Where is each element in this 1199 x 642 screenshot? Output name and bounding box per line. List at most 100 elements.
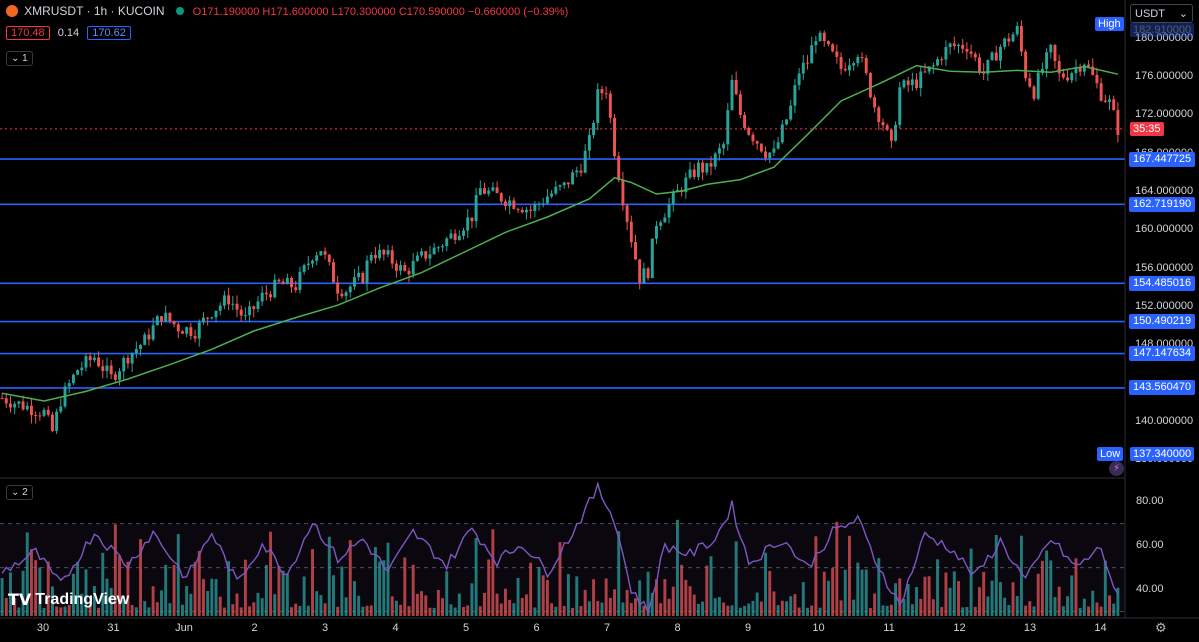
price-tick-label: 156.000000 — [1135, 261, 1194, 274]
candle-body — [755, 141, 759, 144]
moving-average-line — [1, 64, 1119, 402]
low-value-label: 137.340000 — [1130, 447, 1195, 461]
candle-body — [868, 73, 872, 98]
candle-body — [709, 163, 713, 167]
candle-body — [990, 52, 994, 60]
candle-body — [957, 44, 960, 47]
currency-label: USDT — [1135, 8, 1165, 20]
ask-price[interactable]: 170.62 — [87, 26, 131, 40]
candle-body — [25, 405, 29, 410]
close-value: C170.590000 — [398, 6, 465, 18]
candle-body — [449, 233, 453, 239]
lightning-icon[interactable]: ⚡ — [1109, 461, 1124, 476]
tradingview-logo[interactable]: 𝗧𝗩 TradingView — [8, 590, 129, 610]
candle-body — [973, 53, 977, 58]
time-tick-label: 5 — [462, 622, 470, 634]
candle-body — [306, 263, 310, 266]
candle-body — [436, 247, 440, 249]
candle-body — [847, 65, 851, 71]
candle-body — [550, 193, 554, 197]
candle-body — [415, 255, 419, 262]
candle-body — [629, 221, 633, 243]
candle-body — [9, 403, 12, 408]
candle-body — [67, 383, 71, 387]
change-value: −0.660000 (−0.39%) — [467, 6, 569, 18]
candle-body — [994, 52, 998, 61]
candle-body — [222, 295, 226, 306]
pane2-indicator-count: 2 — [22, 487, 28, 498]
candle-body — [365, 260, 369, 283]
spread-value: 0.14 — [57, 27, 80, 39]
candle-body — [734, 79, 738, 95]
candle-body — [780, 124, 784, 143]
chevron-down-icon: ⌄ — [11, 487, 20, 498]
candle-body — [243, 315, 247, 317]
candle-body — [21, 401, 25, 410]
candle-body — [910, 79, 914, 86]
candle-body — [554, 186, 558, 194]
candle-body — [940, 59, 944, 61]
low-tag: Low — [1097, 447, 1124, 461]
candle-body — [596, 89, 600, 123]
candle-body — [118, 371, 122, 380]
candle-body — [1053, 44, 1057, 62]
chart-canvas[interactable] — [0, 0, 1199, 642]
candle-body — [369, 254, 373, 261]
candle-body — [315, 255, 319, 261]
chart-area[interactable]: XMRUSDT · 1h · KUCOIN O171.190000 H171.6… — [0, 0, 1199, 642]
level-price-label: 147.147634 — [1129, 346, 1196, 362]
candle-body — [420, 251, 424, 256]
candle-body — [394, 263, 398, 271]
candle-body — [239, 309, 243, 316]
price-tick-label: 160.000000 — [1135, 223, 1194, 236]
candle-body — [1070, 73, 1074, 81]
candle-body — [931, 65, 935, 67]
price-tick-label: 140.000000 — [1135, 415, 1194, 428]
candle-body — [332, 262, 335, 283]
candle-body — [160, 316, 163, 322]
candle-body — [134, 348, 138, 354]
candle-body — [176, 324, 180, 332]
candle-body — [906, 80, 910, 86]
level-price-label: 167.447725 — [1129, 151, 1196, 167]
candle-body — [717, 148, 721, 154]
candle-body — [638, 259, 642, 283]
candle-body — [235, 303, 239, 310]
candle-body — [248, 306, 252, 316]
candle-body — [151, 325, 155, 340]
candle-body — [470, 217, 474, 222]
candle-body — [1032, 86, 1036, 99]
candle-body — [168, 312, 172, 322]
candle-body — [969, 51, 973, 54]
candle-body — [566, 182, 570, 185]
candle-body — [600, 89, 604, 94]
time-tick-label: 3 — [321, 622, 329, 634]
candle-body — [898, 87, 902, 125]
candle-body — [751, 134, 755, 142]
pane2-collapse-button[interactable]: ⌄ 2 — [6, 485, 33, 500]
settings-gear-icon[interactable]: ⚙ — [1155, 620, 1167, 636]
candle-body — [386, 250, 390, 255]
candle-body — [646, 268, 650, 279]
candle-body — [474, 195, 478, 222]
candle-body — [340, 293, 344, 297]
candle-body — [1112, 99, 1116, 111]
symbol-header[interactable]: XMRUSDT · 1h · KUCOIN O171.190000 H171.6… — [6, 4, 568, 18]
candle-body — [403, 265, 407, 271]
candle-body — [210, 317, 214, 319]
candle-body — [344, 292, 348, 297]
time-tick-label: 7 — [603, 622, 611, 634]
support-resistance-lines — [0, 158, 1125, 389]
candle-body — [625, 205, 629, 222]
candle-body — [902, 80, 906, 88]
candle-body — [495, 187, 499, 194]
candle-body — [759, 143, 763, 152]
candle-body — [17, 401, 21, 404]
bid-price[interactable]: 170.48 — [6, 26, 50, 40]
candle-body — [1061, 73, 1065, 78]
candle-body — [1103, 100, 1107, 102]
pane1-collapse-button[interactable]: ⌄ 1 — [6, 51, 33, 66]
candle-body — [558, 185, 562, 187]
time-tick-label: 10 — [812, 622, 825, 634]
currency-select[interactable]: USDT ⌄ — [1130, 4, 1193, 23]
